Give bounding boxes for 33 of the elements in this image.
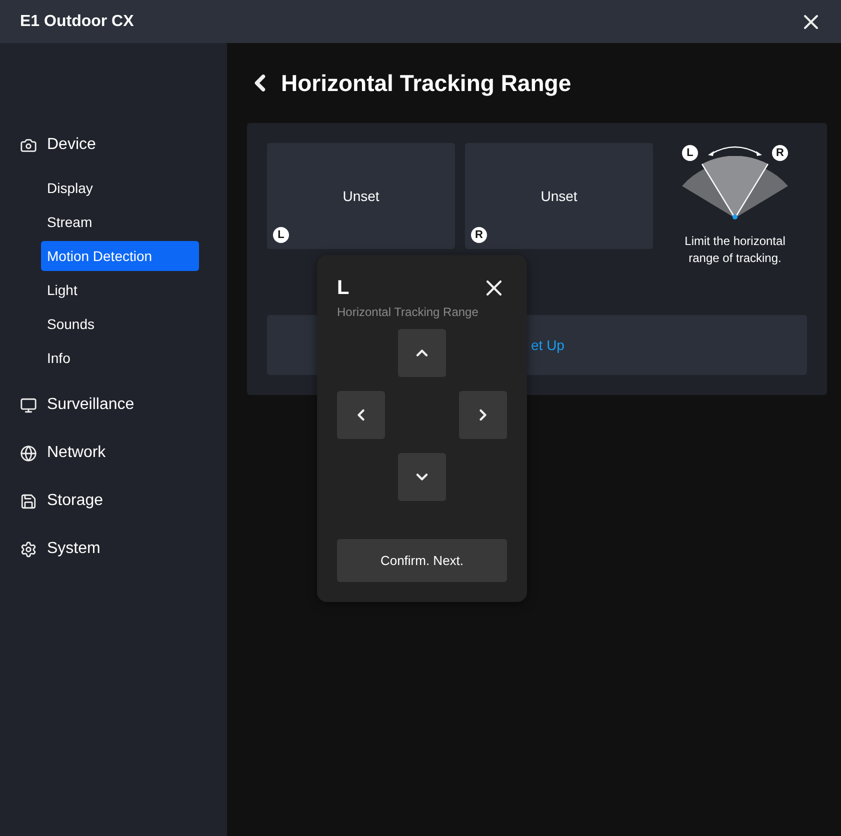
right-marker: R: [772, 145, 788, 161]
down-button[interactable]: [398, 453, 446, 501]
save-icon: [20, 492, 37, 510]
globe-icon: [20, 444, 37, 462]
sidebar-item[interactable]: Motion Detection: [41, 241, 199, 271]
range-description: Limit the horizontal range of tracking.: [684, 233, 786, 267]
sidebar-group[interactable]: Device: [47, 136, 96, 154]
sidebar-group[interactable]: Surveillance: [47, 396, 134, 414]
sidebar-item[interactable]: Info: [41, 343, 199, 373]
monitor-icon: [20, 396, 37, 414]
popup-title: L: [337, 276, 350, 300]
sidebar-item[interactable]: Display: [41, 173, 199, 203]
page-title: Horizontal Tracking Range: [281, 70, 572, 96]
confirm-button[interactable]: Confirm. Next.: [337, 539, 507, 582]
left-marker: L: [682, 145, 698, 161]
sidebar-item[interactable]: Stream: [41, 207, 199, 237]
tile-label: Unset: [540, 188, 578, 204]
camera-icon: [20, 136, 37, 154]
sidebar-group[interactable]: System: [47, 540, 100, 558]
up-button[interactable]: [398, 329, 446, 377]
settings-icon: [20, 540, 37, 558]
sidebar-item[interactable]: Sounds: [41, 309, 199, 339]
position-marker: R: [471, 227, 487, 243]
window-title: E1 Outdoor CX: [20, 12, 134, 30]
sidebar-item[interactable]: Light: [41, 275, 199, 305]
position-tile[interactable]: Unset R: [465, 143, 653, 249]
right-button[interactable]: [459, 391, 507, 439]
left-button[interactable]: [337, 391, 385, 439]
position-marker: L: [273, 227, 289, 243]
tile-label: Unset: [342, 188, 380, 204]
sidebar-group[interactable]: Network: [47, 444, 106, 462]
position-tile[interactable]: Unset L: [267, 143, 455, 249]
sidebar-group[interactable]: Storage: [47, 492, 104, 510]
